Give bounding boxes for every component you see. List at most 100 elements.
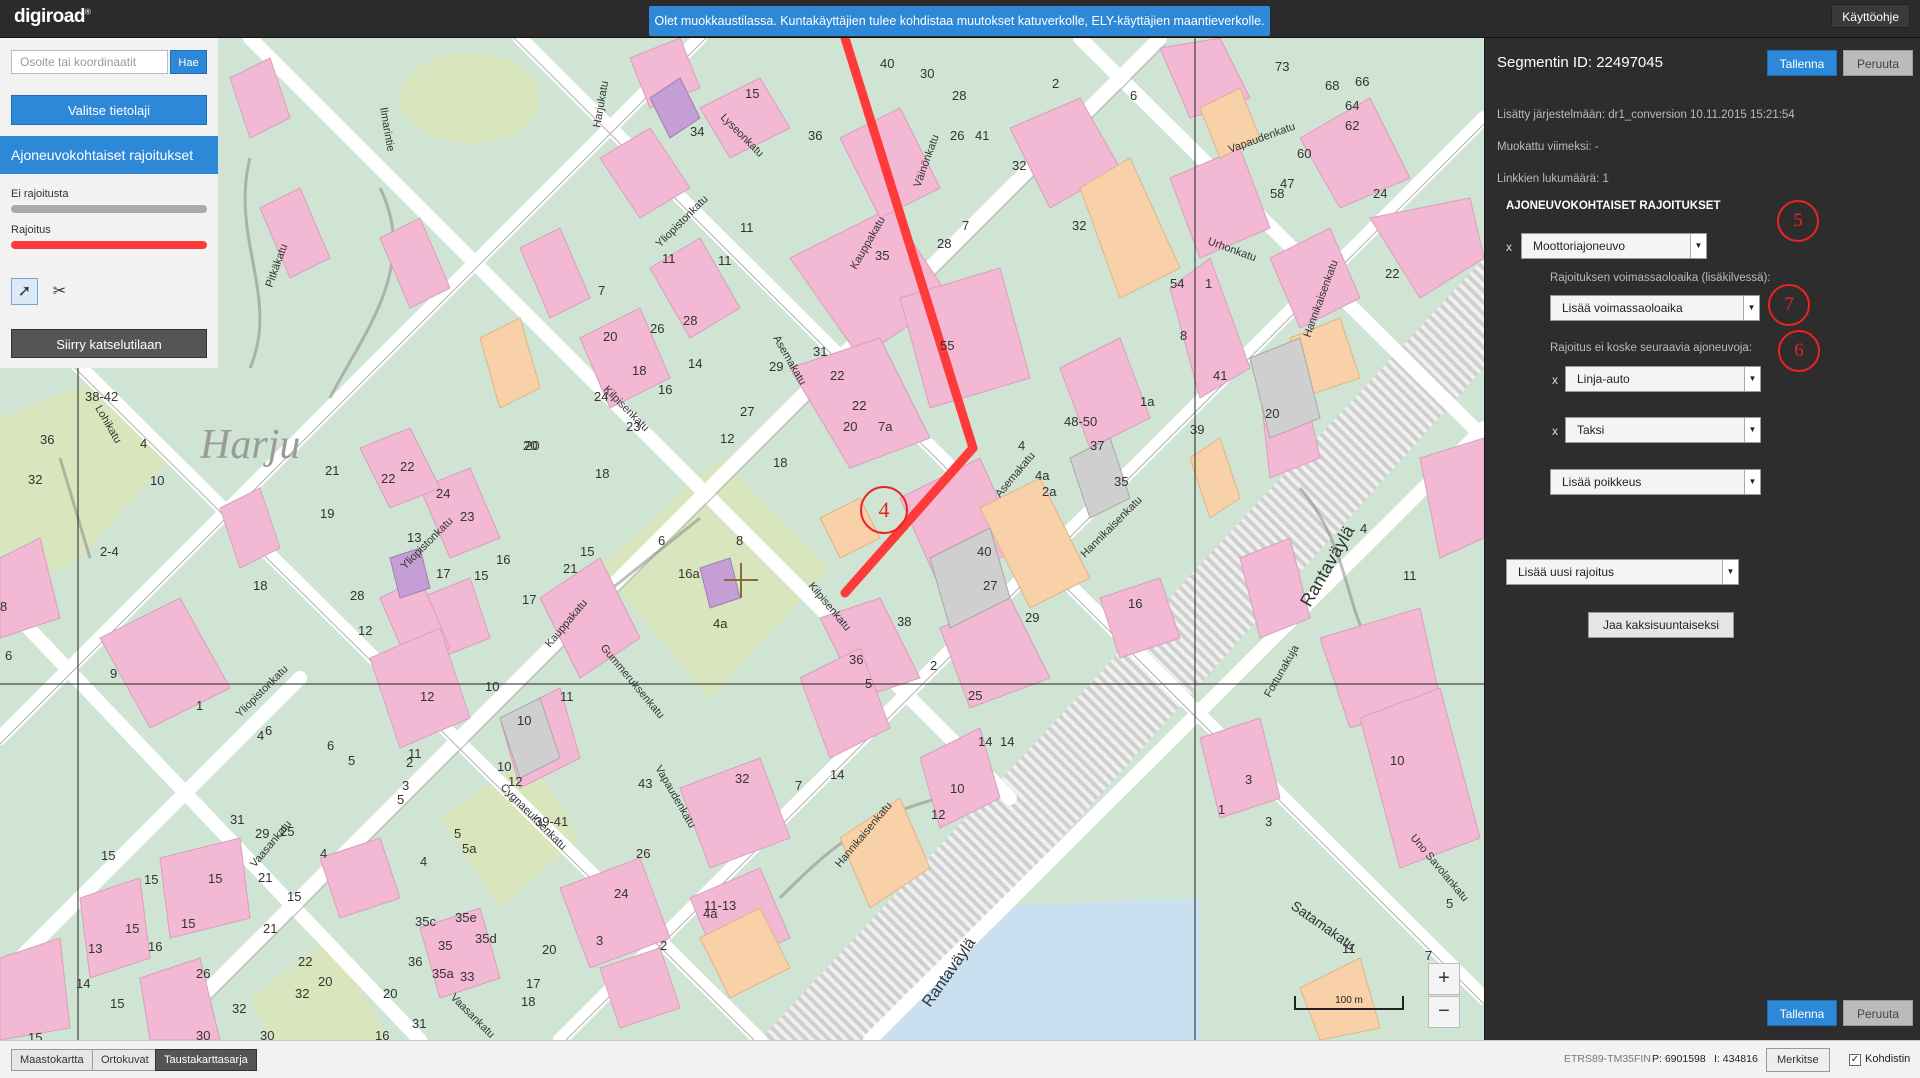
annotation-5: 5 [1777,200,1819,242]
center-checkbox[interactable]: ✓ [1849,1054,1861,1066]
svg-text:36: 36 [808,128,822,143]
svg-text:35: 35 [1114,474,1128,489]
svg-text:10: 10 [950,781,964,796]
mark-button[interactable]: Merkitse [1766,1048,1830,1072]
legend-bar-no-restriction [11,205,207,213]
svg-text:8: 8 [1180,328,1187,343]
svg-text:26: 26 [636,846,650,861]
svg-text:18: 18 [773,455,787,470]
svg-text:28: 28 [350,588,364,603]
svg-text:22: 22 [381,471,395,486]
select-tool-icon[interactable]: ➚ [11,278,38,305]
remove-vehicle-button[interactable]: x [1506,240,1512,254]
svg-text:4: 4 [420,854,427,869]
legend-label-restriction: Rajoitus [11,224,51,236]
svg-text:4: 4 [140,436,147,451]
segment-panel: Segmentin ID: 22497045 Tallenna Peruuta … [1484,38,1920,1040]
basemap-terrain-button[interactable]: Maastokartta [11,1049,93,1071]
svg-text:5a: 5a [462,841,477,856]
svg-text:17: 17 [522,592,536,607]
svg-text:38: 38 [897,614,911,629]
vehicle-select[interactable]: Moottoriajoneuvo ▼ [1521,233,1707,259]
svg-text:12: 12 [420,689,434,704]
select-layer-button[interactable]: Valitse tietolaji [11,95,207,125]
svg-text:21: 21 [263,921,277,936]
svg-text:62: 62 [1345,118,1359,133]
svg-text:6: 6 [658,533,665,548]
map-canvas[interactable]: Harju 4030282 67368 66 64621536 26 413260 … [0,38,1484,1040]
exception-select-1[interactable]: Linja-auto ▼ [1565,366,1761,392]
svg-text:14: 14 [978,734,992,749]
validity-select[interactable]: Lisää voimassaoloaika ▼ [1550,295,1760,321]
svg-text:43: 43 [638,776,652,791]
svg-text:1: 1 [1205,276,1212,291]
svg-text:30: 30 [920,66,934,81]
map-view[interactable]: Harju 40 30 28 2 6 73 68 66 64 62 15 36 26 41 32 60 … [0,38,1484,1040]
cancel-button-bottom[interactable]: Peruuta [1843,1000,1913,1026]
zoom-in-button[interactable]: + [1428,963,1460,995]
svg-text:31: 31 [412,1016,426,1031]
view-mode-button[interactable]: Siirry katselutilaan [11,329,207,358]
top-bar: digiroad® Olet muokkaustilassa. Kuntakäy… [0,0,1920,38]
svg-text:4: 4 [320,846,327,861]
save-button-top[interactable]: Tallenna [1767,50,1837,76]
zoom-out-button[interactable]: − [1428,996,1460,1028]
svg-text:6: 6 [327,738,334,753]
svg-text:24: 24 [436,486,450,501]
add-exception-select[interactable]: Lisää poikkeus ▼ [1550,469,1761,495]
search-button[interactable]: Hae [170,50,207,74]
svg-text:5: 5 [454,826,461,841]
center-label: Kohdistin [1865,1053,1911,1065]
svg-text:14: 14 [1000,734,1014,749]
save-button-bottom[interactable]: Tallenna [1767,1000,1837,1026]
svg-text:7: 7 [598,283,605,298]
svg-text:28: 28 [952,88,966,103]
app-logo[interactable]: digiroad® [14,6,91,28]
svg-text:7: 7 [962,218,969,233]
remove-exception-button[interactable]: x [1552,373,1558,387]
svg-text:31: 31 [230,812,244,827]
svg-text:2a: 2a [1042,484,1057,499]
svg-text:Ilmarintie: Ilmarintie [377,106,397,152]
svg-text:10: 10 [1390,753,1404,768]
legend-label-no-restriction: Ei rajoitusta [11,188,69,200]
svg-text:35a: 35a [432,966,454,981]
svg-text:24: 24 [1373,186,1387,201]
svg-text:10: 10 [517,713,531,728]
svg-text:35c: 35c [415,914,436,929]
svg-text:8: 8 [0,599,7,614]
cancel-button-top[interactable]: Peruuta [1843,50,1913,76]
search-input[interactable] [11,50,168,74]
svg-text:6: 6 [265,723,272,738]
svg-text:54: 54 [1170,276,1184,291]
svg-text:48-50: 48-50 [1064,414,1097,429]
svg-text:60: 60 [1297,146,1311,161]
chevron-down-icon: ▼ [1690,234,1706,258]
svg-text:3: 3 [1265,814,1272,829]
svg-text:13: 13 [88,941,102,956]
svg-text:39: 39 [1190,422,1204,437]
help-button[interactable]: Käyttöohje [1831,4,1910,28]
svg-text:4a: 4a [1035,468,1050,483]
add-restriction-select[interactable]: Lisää uusi rajoitus ▼ [1506,559,1739,585]
svg-text:29: 29 [1025,610,1039,625]
cut-tool-icon[interactable]: ✂ [46,278,73,305]
svg-text:2: 2 [1052,76,1059,91]
svg-text:14: 14 [76,976,90,991]
map-place-label: Harju [199,422,300,468]
svg-text:35: 35 [438,938,452,953]
basemap-background-button[interactable]: Taustakarttasarja [155,1049,257,1071]
svg-text:30: 30 [196,1028,210,1040]
svg-text:2: 2 [660,938,667,953]
svg-text:5: 5 [865,676,872,691]
split-bidirectional-button[interactable]: Jaa kaksisuuntaiseksi [1588,612,1734,638]
svg-text:15: 15 [474,568,488,583]
svg-text:15: 15 [181,916,195,931]
svg-text:34: 34 [690,124,704,139]
svg-text:Satamakatu: Satamakatu [1288,897,1358,953]
legend-bar-restriction [11,241,207,249]
exception-select-2[interactable]: Taksi ▼ [1565,417,1761,443]
basemap-ortho-button[interactable]: Ortokuvat [92,1049,158,1071]
svg-text:5: 5 [1446,896,1453,911]
remove-exception-button[interactable]: x [1552,424,1558,438]
